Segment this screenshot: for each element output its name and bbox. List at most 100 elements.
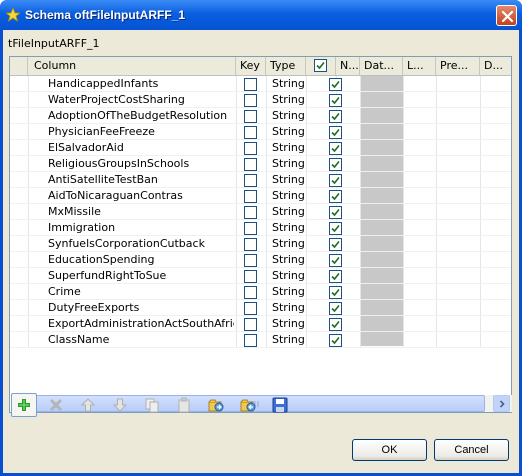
key-checkbox[interactable]	[244, 270, 257, 283]
key-checkbox[interactable]	[244, 254, 257, 267]
nullable-checkbox[interactable]	[329, 78, 342, 91]
key-checkbox[interactable]	[244, 302, 257, 315]
table-row[interactable]: SuperfundRightToSue String	[10, 268, 511, 284]
column-name-cell[interactable]: AdoptionOfTheBudgetResolution	[48, 108, 234, 124]
type-cell[interactable]: String	[272, 156, 306, 172]
column-name-cell[interactable]: DutyFreeExports	[48, 300, 234, 316]
type-cell[interactable]: String	[272, 204, 306, 220]
export-schema-button[interactable]	[235, 393, 261, 417]
key-checkbox[interactable]	[244, 126, 257, 139]
table-row[interactable]: Immigration String	[10, 220, 511, 236]
nullable-checkbox[interactable]	[329, 334, 342, 347]
table-row[interactable]: AdoptionOfTheBudgetResolution String	[10, 108, 511, 124]
header-type[interactable]: Type	[266, 57, 306, 75]
column-name-cell[interactable]: ClassName	[48, 332, 234, 348]
key-checkbox[interactable]	[244, 334, 257, 347]
key-checkbox[interactable]	[244, 206, 257, 219]
close-button[interactable]	[496, 5, 517, 26]
save-schema-button[interactable]	[267, 393, 293, 417]
table-row[interactable]: AntiSatelliteTestBan String	[10, 172, 511, 188]
nullable-checkbox[interactable]	[329, 302, 342, 315]
title-bar[interactable]: Schema oftFileInputARFF_1	[0, 0, 522, 30]
table-row[interactable]: PhysicianFeeFreeze String	[10, 124, 511, 140]
table-row[interactable]: DutyFreeExports String	[10, 300, 511, 316]
type-cell[interactable]: String	[272, 140, 306, 156]
key-checkbox[interactable]	[244, 222, 257, 235]
remove-row-button[interactable]	[43, 393, 69, 417]
type-cell[interactable]: String	[272, 92, 306, 108]
table-row[interactable]: ElSalvadorAid String	[10, 140, 511, 156]
type-cell[interactable]: String	[272, 188, 306, 204]
nullable-checkbox[interactable]	[329, 206, 342, 219]
nullable-checkbox[interactable]	[329, 190, 342, 203]
table-row[interactable]: ExportAdministrationActSouthAfrica String	[10, 316, 511, 332]
nullable-checkbox[interactable]	[329, 286, 342, 299]
table-row[interactable]: SynfuelsCorporationCutback String	[10, 236, 511, 252]
type-cell[interactable]: String	[272, 108, 306, 124]
nullable-checkbox[interactable]	[329, 158, 342, 171]
nullable-checkbox[interactable]	[329, 318, 342, 331]
nullable-checkbox[interactable]	[329, 126, 342, 139]
header-length[interactable]: L...	[403, 57, 436, 75]
ok-button[interactable]: OK	[352, 439, 427, 461]
type-cell[interactable]: String	[272, 300, 306, 316]
key-checkbox[interactable]	[244, 286, 257, 299]
type-cell[interactable]: String	[272, 252, 306, 268]
column-name-cell[interactable]: AntiSatelliteTestBan	[48, 172, 234, 188]
header-precision[interactable]: Pre...	[436, 57, 480, 75]
column-name-cell[interactable]: SuperfundRightToSue	[48, 268, 234, 284]
cancel-button[interactable]: Cancel	[434, 439, 509, 461]
header-nullable[interactable]: N...	[336, 57, 360, 75]
key-checkbox[interactable]	[244, 78, 257, 91]
table-row[interactable]: AidToNicaraguanContras String	[10, 188, 511, 204]
column-name-cell[interactable]: MxMissile	[48, 204, 234, 220]
paste-button[interactable]	[171, 393, 197, 417]
type-cell[interactable]: String	[272, 332, 306, 348]
header-default[interactable]: D...	[480, 57, 511, 75]
column-name-cell[interactable]: Immigration	[48, 220, 234, 236]
table-row[interactable]: HandicappedInfants String	[10, 76, 511, 92]
nullable-checkbox[interactable]	[329, 254, 342, 267]
move-up-button[interactable]	[75, 393, 101, 417]
nullable-checkbox[interactable]	[329, 270, 342, 283]
column-name-cell[interactable]: WaterProjectCostSharing	[48, 92, 234, 108]
type-cell[interactable]: String	[272, 124, 306, 140]
nullable-checkbox[interactable]	[329, 174, 342, 187]
type-cell[interactable]: String	[272, 76, 306, 92]
column-name-cell[interactable]: Crime	[48, 284, 234, 300]
scroll-right-button[interactable]	[493, 395, 510, 412]
type-cell[interactable]: String	[272, 316, 306, 332]
header-column[interactable]: Column	[28, 57, 236, 75]
type-cell[interactable]: String	[272, 172, 306, 188]
nullable-checkbox[interactable]	[329, 94, 342, 107]
move-down-button[interactable]	[107, 393, 133, 417]
table-row[interactable]: EducationSpending String	[10, 252, 511, 268]
nullable-checkbox[interactable]	[329, 222, 342, 235]
type-cell[interactable]: String	[272, 284, 306, 300]
copy-button[interactable]	[139, 393, 165, 417]
type-cell[interactable]: String	[272, 236, 306, 252]
import-schema-button[interactable]	[203, 393, 229, 417]
header-nullable-check[interactable]	[306, 57, 336, 75]
header-key[interactable]: Key	[236, 57, 266, 75]
column-name-cell[interactable]: ExportAdministrationActSouthAfrica	[48, 316, 234, 332]
column-name-cell[interactable]: AidToNicaraguanContras	[48, 188, 234, 204]
nullable-checkbox[interactable]	[329, 238, 342, 251]
table-row[interactable]: ClassName String	[10, 332, 511, 348]
column-name-cell[interactable]: HandicappedInfants	[48, 76, 234, 92]
nullable-checkbox[interactable]	[329, 110, 342, 123]
add-row-button[interactable]	[11, 393, 37, 417]
table-row[interactable]: MxMissile String	[10, 204, 511, 220]
key-checkbox[interactable]	[244, 110, 257, 123]
table-row[interactable]: ReligiousGroupsInSchools String	[10, 156, 511, 172]
column-name-cell[interactable]: ReligiousGroupsInSchools	[48, 156, 234, 172]
key-checkbox[interactable]	[244, 174, 257, 187]
key-checkbox[interactable]	[244, 190, 257, 203]
column-name-cell[interactable]: SynfuelsCorporationCutback	[48, 236, 234, 252]
header-checkbox[interactable]	[314, 59, 327, 72]
key-checkbox[interactable]	[244, 158, 257, 171]
header-date-pattern[interactable]: Dat...	[360, 57, 403, 75]
key-checkbox[interactable]	[244, 94, 257, 107]
type-cell[interactable]: String	[272, 268, 306, 284]
nullable-checkbox[interactable]	[329, 142, 342, 155]
